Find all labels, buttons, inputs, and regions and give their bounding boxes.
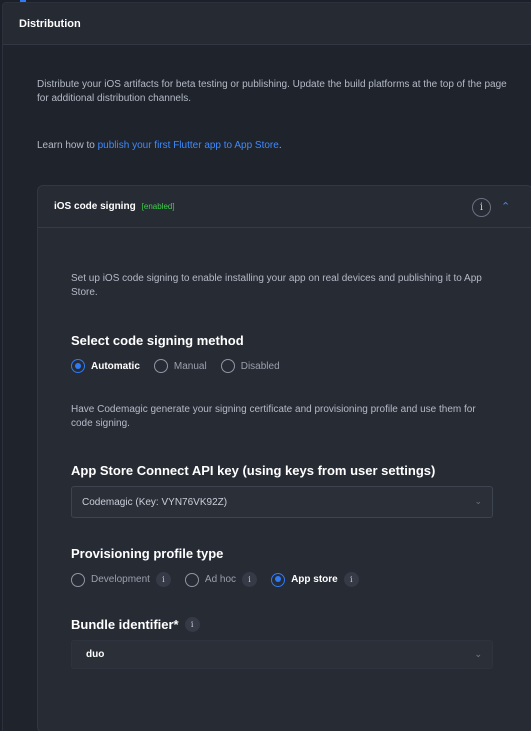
learn-suffix: . <box>278 140 282 151</box>
radio-label: Automatic <box>91 360 140 372</box>
api-key-value: Codemagic (Key: VYN76VK92Z) <box>82 496 228 508</box>
ios-code-signing-card: iOS code signing [enabled] i ⌃ Set up iO… <box>37 185 531 731</box>
radio-button[interactable] <box>184 572 199 587</box>
method-radio-group: Automatic Manual Disabled <box>71 359 294 373</box>
bundle-heading-row: Bundle identifier* i <box>71 617 200 632</box>
radio-disabled[interactable]: Disabled <box>220 359 280 373</box>
info-icon[interactable]: i <box>155 572 171 587</box>
radio-app-store[interactable]: App store i <box>271 572 359 587</box>
radio-label: Disabled <box>240 360 280 372</box>
radio-label: App store <box>291 574 338 585</box>
method-heading: Select code signing method <box>71 333 244 348</box>
api-key-heading: App Store Connect API key (using keys fr… <box>71 463 436 478</box>
radio-button[interactable] <box>71 572 85 587</box>
bundle-identifier-value: duo <box>86 649 105 660</box>
profile-heading: Provisioning profile type <box>71 546 224 561</box>
chevron-down-icon: ⌄ <box>474 649 482 659</box>
radio-label: Ad hoc <box>204 574 237 585</box>
radio-ad-hoc[interactable]: Ad hoc i <box>184 572 258 587</box>
distribution-panel: Distribution Distribute your iOS artifac… <box>2 2 531 731</box>
radio-button-selected[interactable] <box>271 572 286 587</box>
status-badge: [enabled] <box>141 202 175 211</box>
profile-radio-group: Development i Ad hoc i App store i <box>71 572 373 587</box>
bundle-heading: Bundle identifier* <box>71 617 179 632</box>
bundle-identifier-select[interactable]: duo ⌄ <box>71 640 493 669</box>
card-title: iOS code signing <box>54 201 136 212</box>
info-icon[interactable]: i <box>184 617 200 632</box>
learn-prefix: Learn how to <box>37 140 98 151</box>
info-icon[interactable]: i <box>472 198 491 217</box>
radio-manual[interactable]: Manual <box>153 359 207 373</box>
api-key-select[interactable]: Codemagic (Key: VYN76VK92Z) ⌄ <box>71 486 493 518</box>
radio-button[interactable] <box>220 359 235 373</box>
panel-header: Distribution <box>3 3 531 45</box>
intro-description: Distribute your iOS artifacts for beta t… <box>37 79 507 104</box>
publish-guide-link[interactable]: publish your first Flutter app to App St… <box>98 140 279 151</box>
info-icon[interactable]: i <box>242 572 258 587</box>
panel-title: Distribution <box>19 17 81 30</box>
radio-label: Manual <box>173 360 207 372</box>
chevron-up-icon[interactable]: ⌃ <box>501 200 510 213</box>
learn-line: Learn how to publish your first Flutter … <box>37 140 282 151</box>
radio-automatic[interactable]: Automatic <box>71 359 140 373</box>
method-help-text: Have Codemagic generate your signing cer… <box>71 404 476 429</box>
radio-development[interactable]: Development i <box>71 572 171 587</box>
radio-label: Development <box>91 574 150 585</box>
radio-button[interactable] <box>153 359 168 373</box>
signing-description: Set up iOS code signing to enable instal… <box>71 273 482 298</box>
card-header[interactable]: iOS code signing [enabled] i ⌃ <box>38 186 531 228</box>
info-icon[interactable]: i <box>343 572 359 587</box>
radio-button-selected[interactable] <box>71 359 85 373</box>
chevron-down-icon: ⌄ <box>474 496 482 506</box>
